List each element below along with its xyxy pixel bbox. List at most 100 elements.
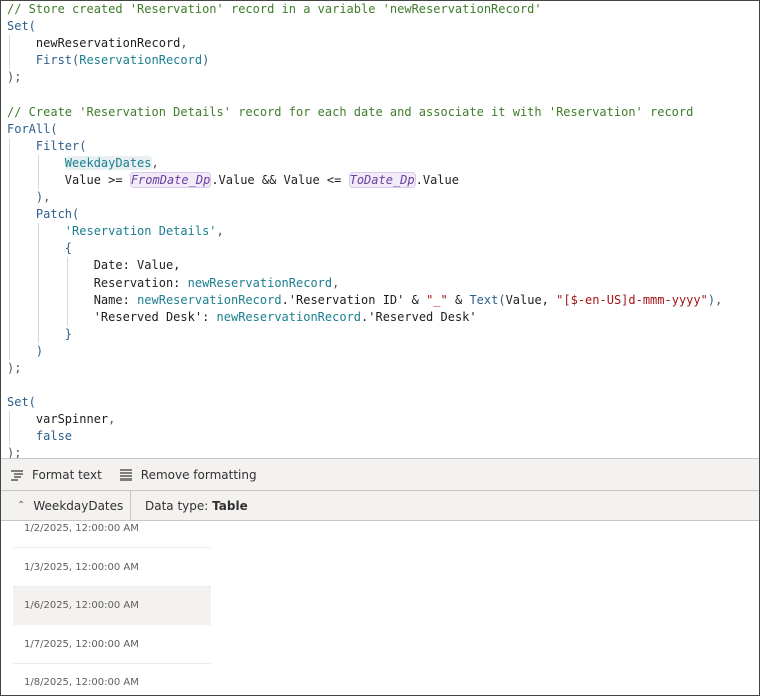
code-line: ) <box>1 342 759 360</box>
code-token-punct: , <box>180 36 188 51</box>
result-header: ⌃ WeekdayDates Data type: Table <box>1 491 759 521</box>
code-token-fn: Filter( <box>35 138 87 153</box>
code-line: First(ReservationRecord) <box>1 52 759 70</box>
indent-guide <box>9 274 10 292</box>
indent-guide <box>9 171 10 190</box>
data-type-value: Table <box>212 498 248 513</box>
format-text-label: Format text <box>32 467 102 482</box>
code-line: varSpinner, <box>1 411 759 429</box>
code-line: ); <box>1 69 759 86</box>
code-token-comment: // Store created 'Reservation' record in… <box>7 2 542 16</box>
code-line: 'Reserved Desk': newReservationRecord.'R… <box>1 308 759 326</box>
formula-toolbar: Format text Remove formatting <box>1 458 759 491</box>
indent-guide <box>9 137 10 155</box>
code-token-fn: Patch( <box>35 207 80 222</box>
code-token-punct: , <box>715 292 723 307</box>
code-token-plain: newReservationRecord <box>35 36 181 51</box>
code-token-fn: ForAll( <box>7 121 58 136</box>
code-line: Filter( <box>1 137 759 155</box>
code-token-plain: Date: Value, <box>93 258 181 273</box>
code-line: Date: Value, <box>1 257 759 275</box>
indent-guide <box>9 35 10 53</box>
code-token-punct: , <box>332 275 340 290</box>
indent-guide <box>37 154 39 172</box>
indent-guide <box>9 291 10 309</box>
indent-guide <box>9 189 10 207</box>
code-line: ); <box>1 360 759 377</box>
indent-guide <box>9 52 10 70</box>
format-text-button[interactable]: Format text <box>10 468 102 482</box>
code-token-ident: newReservationRecord <box>137 292 282 307</box>
code-line: false <box>1 428 759 446</box>
code-token-plain: 'Reserved Desk': <box>93 309 217 324</box>
code-token-punct: , <box>43 190 51 205</box>
indent-guide <box>37 223 39 241</box>
code-line: Set( <box>1 394 759 411</box>
code-token-punct: ); <box>7 360 22 375</box>
code-line: } <box>1 325 759 343</box>
indent-guide <box>37 257 39 275</box>
code-token-ident: ReservationRecord <box>79 53 203 68</box>
code-line: // Create 'Reservation Details' record f… <box>1 104 759 121</box>
code-token-fn: ) <box>202 53 210 68</box>
code-token-fn: } <box>64 326 73 341</box>
formula-editor[interactable]: // Store created 'Reservation' record in… <box>1 1 759 458</box>
remove-formatting-icon <box>119 468 132 481</box>
code-line: { <box>1 240 759 258</box>
code-token-ident: newReservationRecord <box>216 309 362 324</box>
indent-guide <box>9 325 10 343</box>
remove-formatting-label: Remove formatting <box>140 467 257 482</box>
data-type: Data type: Table <box>145 498 248 513</box>
indent-guide <box>9 342 10 360</box>
indent-guide <box>66 257 68 275</box>
indent-guide <box>9 308 10 326</box>
indent-guide <box>66 274 68 292</box>
indent-guide <box>9 206 10 224</box>
result-list[interactable]: 1/2/2025, 12:00:00 AM 1/3/2025, 12:00:00 … <box>1 521 759 695</box>
indent-guide <box>37 240 39 258</box>
remove-formatting-button[interactable]: Remove formatting <box>119 468 257 482</box>
code-token-ctrl: ToDate_Dp <box>348 171 416 188</box>
code-token-fn: ) <box>35 343 44 358</box>
code-token-fn: ) <box>707 292 716 307</box>
code-line: 'Reservation Details', <box>1 223 759 241</box>
code-token-str: "_" <box>426 292 448 307</box>
code-line: Name: newReservationRecord.'Reservation … <box>1 291 759 309</box>
code-token-punct: , <box>108 412 116 427</box>
code-token-fn: Set( <box>7 395 36 410</box>
result-row[interactable]: 1/7/2025, 12:00:00 AM <box>13 626 211 664</box>
code-token-plain: .'Reserved Desk' <box>361 309 477 324</box>
result-row[interactable]: 1/8/2025, 12:00:00 AM <box>13 664 211 695</box>
code-line: ), <box>1 189 759 207</box>
result-row[interactable]: 1/3/2025, 12:00:00 AM <box>13 549 211 587</box>
indent-guide <box>9 223 10 241</box>
formula-bar-panel: // Store created 'Reservation' record in… <box>0 0 760 696</box>
code-line: ForAll( <box>1 121 759 138</box>
collapse-result-toggle[interactable]: ⌃ WeekdayDates <box>1 491 131 520</box>
indent-guide <box>37 308 39 326</box>
indent-guide <box>37 325 39 343</box>
code-token-plain: varSpinner <box>35 412 109 427</box>
code-token-comment: // Create 'Reservation Details' record f… <box>7 104 694 119</box>
code-token-fn: Set( <box>7 19 36 34</box>
indent-guide <box>37 171 39 190</box>
variable-name: WeekdayDates <box>33 498 124 513</box>
code-token-fn: Text( <box>469 292 506 307</box>
code-token-punct: ); <box>7 70 22 85</box>
format-text-icon <box>11 469 23 481</box>
indent-guide <box>9 411 10 429</box>
indent-guide <box>9 154 10 172</box>
indent-guide <box>37 291 39 309</box>
indent-guide <box>37 274 39 292</box>
code-token-plain: .Value <box>415 172 459 187</box>
code-token-plain: Name: <box>93 292 138 307</box>
indent-guide <box>66 291 68 309</box>
code-token-plain: Reservation: <box>93 275 188 290</box>
result-row[interactable]: 1/2/2025, 12:00:00 AM <box>13 521 211 548</box>
code-token-plain: & <box>447 292 470 307</box>
code-token-fn: { <box>64 241 73 256</box>
result-row[interactable]: 1/6/2025, 12:00:00 AM <box>13 587 211 625</box>
code-line: // Store created 'Reservation' record in… <box>1 1 759 18</box>
